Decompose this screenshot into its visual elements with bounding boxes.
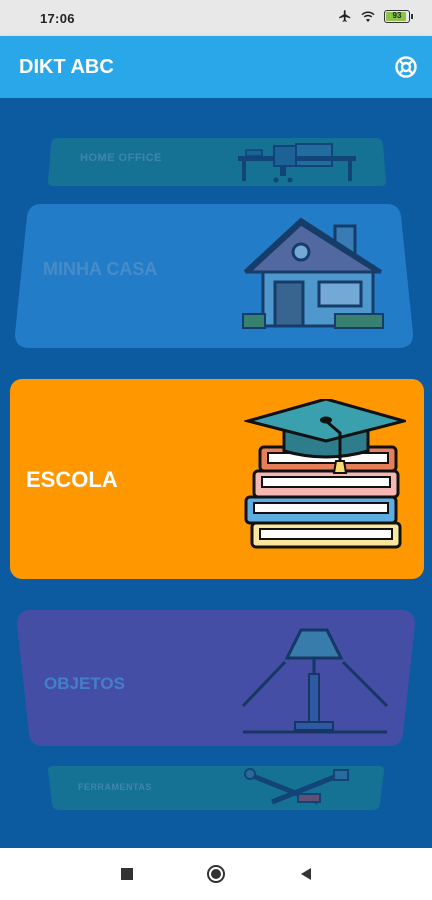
status-bar: 17:06 93 (0, 0, 432, 36)
recents-square-icon[interactable] (117, 864, 137, 884)
desk-icon (238, 143, 356, 183)
graduation-books-icon (244, 399, 406, 549)
status-time: 17:06 (40, 11, 75, 26)
battery-level: 93 (392, 10, 402, 20)
category-label: ESCOLA (26, 467, 118, 492)
tools-icon (244, 768, 349, 805)
category-carousel[interactable]: HOME OFFICE MINHA CASA ESCOLA OBJETOS FE… (0, 98, 432, 848)
category-card-home-office[interactable]: HOME OFFICE (48, 136, 386, 188)
battery-icon: 93 (384, 9, 413, 23)
lamp-icon (241, 628, 389, 734)
app-bar: DIKT ABC (0, 36, 432, 98)
home-circle-icon[interactable] (206, 864, 226, 884)
app-title: DIKT ABC (19, 56, 114, 78)
category-card-ferramentas[interactable]: FERRAMENTAS (48, 764, 384, 812)
category-card-minha-casa[interactable]: MINHA CASA (15, 202, 413, 350)
category-label: MINHA CASA (43, 259, 158, 279)
lifebuoy-icon[interactable] (394, 55, 418, 79)
category-label: HOME OFFICE (80, 152, 162, 164)
wifi-icon (361, 11, 375, 22)
airplane-mode-icon (339, 10, 351, 22)
system-nav-bar (0, 848, 432, 900)
house-icon (242, 217, 384, 329)
category-card-escola[interactable]: ESCOLA (10, 379, 424, 579)
back-triangle-icon[interactable] (296, 864, 316, 884)
status-icons: 93 (338, 9, 413, 23)
category-card-objetos[interactable]: OBJETOS (17, 608, 415, 748)
category-label: OBJETOS (44, 674, 125, 693)
category-label: FERRAMENTAS (78, 782, 152, 792)
